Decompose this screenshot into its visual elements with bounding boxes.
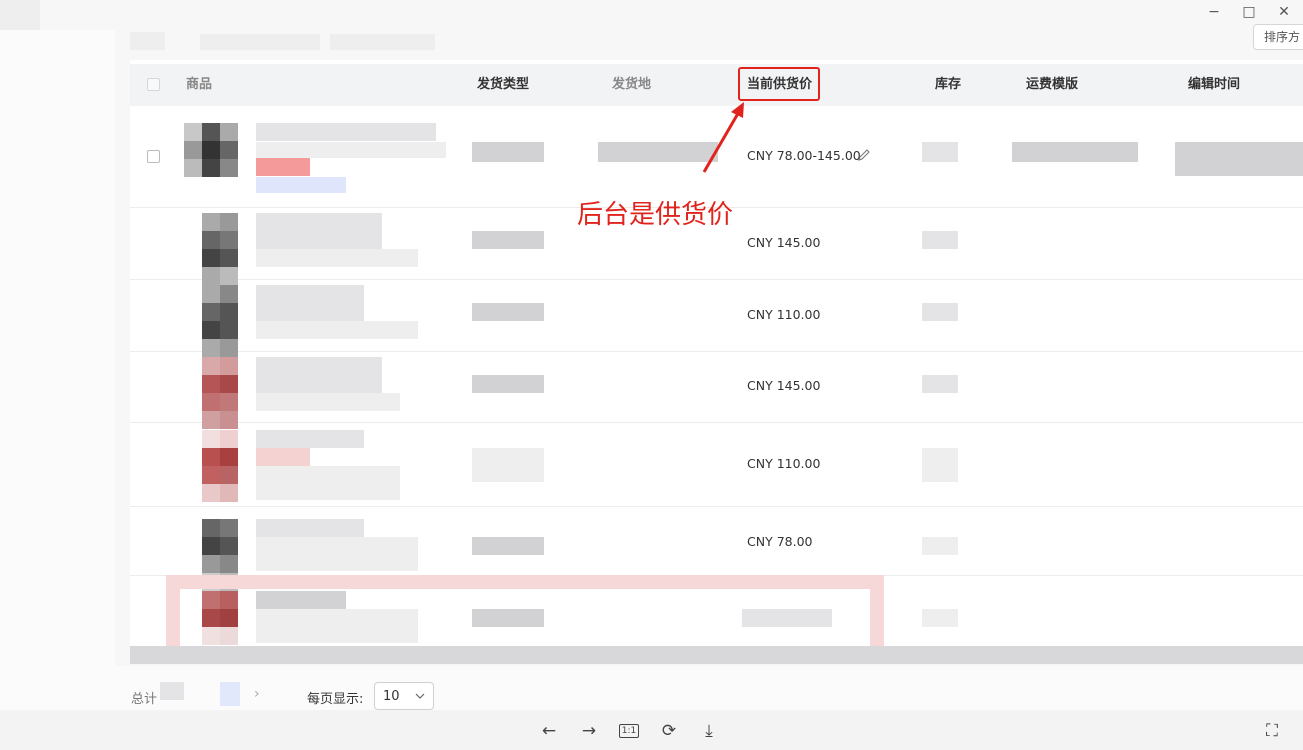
supply-price: CNY 78.00-145.00 [747,148,861,163]
blurred-shipping-type [472,231,544,249]
header-edit-time[interactable]: 编辑时间 [1188,64,1240,106]
header-shipping-type[interactable]: 发货类型 [477,64,529,106]
supply-price: CNY 78.00 [747,534,813,549]
header-product[interactable]: 商品 [186,64,212,106]
blurred-product-title [256,466,400,500]
blurred-shipping-type [472,375,544,393]
sidebar-panel [0,30,115,710]
sort-button[interactable]: 排序方 [1253,24,1303,50]
blurred-product-title [256,393,400,411]
sort-button-label: 排序方 [1264,30,1301,44]
fit-screen-icon[interactable]: ⛶ [1260,720,1284,742]
blurred-stock [922,537,958,555]
blurred-stock [922,303,958,321]
blurred-product-title [256,142,446,158]
blurred-stock [922,231,958,249]
row-divider [130,279,1303,280]
blurred-product-title [256,249,418,267]
blurred-product-title [256,537,418,571]
minimize-button[interactable]: − [1196,0,1232,24]
blurred-sidebar [0,0,40,30]
viewer-toolbar [0,710,1303,750]
previous-arrow-icon[interactable]: ← [537,720,561,742]
pagination-bar [115,666,1303,710]
blurred-shipping-type [472,609,544,627]
chevron-right-icon[interactable]: › [254,686,260,702]
blurred-breadcrumb [200,34,320,50]
blurred-stock [922,448,958,482]
blurred-product-title [256,213,382,249]
pencil-icon[interactable] [857,148,871,162]
blurred-edit-time [1175,142,1303,176]
per-page-label: 每页显示: [307,692,364,707]
product-thumbnail[interactable] [202,285,238,357]
supply-price: CNY 145.00 [747,235,821,250]
product-thumbnail[interactable] [202,591,238,645]
row-checkbox[interactable] [147,150,160,163]
blurred-product-title [256,285,364,321]
header-ship-from[interactable]: 发货地 [612,64,651,106]
product-tag [256,448,310,466]
total-label: 总计 [131,692,158,707]
maximize-icon: □ [1242,4,1256,20]
select-all-checkbox[interactable] [147,78,160,91]
blurred-product-title [256,519,364,537]
blurred-stock [922,609,958,627]
per-page-value: 10 [383,688,400,704]
blurred-stock [922,375,958,393]
product-tag [256,158,310,176]
blurred-shipping-type [472,448,544,482]
supply-price: CNY 110.00 [747,307,821,322]
minimize-icon: − [1208,4,1220,20]
actual-size-button[interactable]: 1:1 [617,720,641,742]
blurred-stock [922,142,958,162]
blurred-product-title [256,123,436,141]
actual-size-icon: 1:1 [618,724,640,738]
product-thumbnail[interactable] [202,357,238,429]
supply-price: CNY 110.00 [747,456,821,471]
product-thumbnail[interactable] [202,213,238,285]
image-viewer-window: { "window": { "minimize_icon": "minimize… [0,0,1303,750]
row-divider [130,351,1303,352]
product-thumbnail[interactable] [202,430,238,502]
supply-price: CNY 145.00 [747,378,821,393]
chevron-down-icon [415,689,425,704]
blurred-breadcrumb [130,32,165,50]
pagination-current-page[interactable] [220,682,240,706]
blurred-shipping-type [472,537,544,555]
annotation-arrow [702,102,744,173]
blurred-product-title [256,357,382,393]
rotate-icon[interactable]: ⟳ [657,720,681,742]
product-thumbnail[interactable] [184,123,238,177]
blurred-product-title [256,321,418,339]
header-shipping-template[interactable]: 运费模版 [1026,64,1078,106]
blurred-shipping-type [472,142,544,162]
header-stock[interactable]: 库存 [935,64,961,106]
horizontal-scrollbar[interactable] [130,646,1303,664]
blurred-shipping-type [472,303,544,321]
row-divider [130,422,1303,423]
product-tag [256,177,346,193]
blurred-product-title [256,591,346,609]
blurred-shipping-template [1012,142,1138,162]
annotation-text: 后台是供货价 [577,200,734,230]
blurred-supply-price [742,609,832,627]
blurred-breadcrumb [330,34,435,50]
per-page-select[interactable]: 10 [374,682,434,710]
maximize-button[interactable]: □ [1231,0,1267,24]
close-icon: ✕ [1278,4,1290,20]
close-button[interactable]: ✕ [1266,0,1302,24]
blurred-product-title [256,430,364,448]
next-arrow-icon[interactable]: → [577,720,601,742]
blurred-total-count [160,682,184,700]
download-icon[interactable]: ⤓ [697,720,721,742]
row-divider [130,506,1303,507]
blurred-product-title [256,609,418,643]
